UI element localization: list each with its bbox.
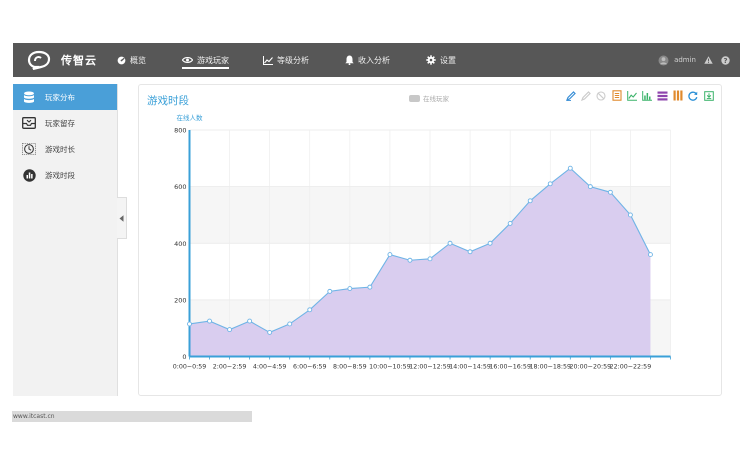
sidebar: 玩家分布 玩家留存 游戏时长 游戏时段 xyxy=(13,84,118,396)
data-point xyxy=(407,257,413,263)
y-tick-label: 200 xyxy=(174,296,186,304)
bar-chart-icon xyxy=(22,168,36,182)
sidebar-item-label: 游戏时段 xyxy=(45,170,75,180)
x-tick-label: 2:00~2:59 xyxy=(213,364,247,371)
sidebar-item-player-retention[interactable]: 玩家留存 xyxy=(13,110,117,136)
app-name: 传智云 xyxy=(61,54,97,67)
line-chart-icon xyxy=(263,55,273,65)
y-tick-label: 0 xyxy=(182,353,186,361)
data-point xyxy=(467,249,473,255)
x-tick-label: 6:00~6:59 xyxy=(293,364,327,371)
sidebar-item-game-timeslot[interactable]: 游戏时段 xyxy=(13,162,117,188)
database-icon xyxy=(22,90,36,104)
data-point xyxy=(287,321,293,327)
username[interactable]: admin xyxy=(674,56,696,64)
y-tick-label: 800 xyxy=(174,127,186,135)
gear-icon xyxy=(426,55,436,65)
caret-left-icon xyxy=(119,214,124,222)
nav-label: 设置 xyxy=(440,55,456,65)
data-point xyxy=(367,284,373,290)
x-tick-label: 14:00~14:59 xyxy=(449,364,491,371)
data-point xyxy=(247,318,253,324)
x-tick-label: 8:00~8:59 xyxy=(333,364,367,371)
nav-overview[interactable]: 概览 xyxy=(117,43,146,77)
x-tick-label: 10:00~10:59 xyxy=(369,364,411,371)
data-point xyxy=(347,286,353,292)
bell-icon xyxy=(345,55,354,65)
data-point xyxy=(327,288,333,294)
sidebar-item-label: 玩家分布 xyxy=(45,92,75,102)
top-navbar: 传智云 概览 游戏玩家 等级分析 收入分析 设置 admin ? xyxy=(13,43,740,77)
y-tick-label: 600 xyxy=(174,183,186,191)
svg-text:?: ? xyxy=(723,57,727,65)
clock-icon xyxy=(22,142,36,156)
data-point xyxy=(547,181,553,187)
x-tick-label: 16:00~16:59 xyxy=(489,364,531,371)
x-tick-label: 4:00~4:59 xyxy=(253,364,287,371)
nav-level-analysis[interactable]: 等级分析 xyxy=(263,43,309,77)
sidebar-item-label: 游戏时长 xyxy=(45,144,75,154)
warning-icon[interactable] xyxy=(704,56,713,64)
data-point xyxy=(187,321,192,327)
data-point xyxy=(567,165,573,171)
x-tick-label: 0:00~0:59 xyxy=(173,364,207,371)
data-point xyxy=(627,212,633,218)
data-point xyxy=(427,256,433,262)
dashboard-icon xyxy=(117,56,126,64)
sidebar-item-label: 玩家留存 xyxy=(45,118,75,128)
data-point xyxy=(207,318,212,324)
data-point xyxy=(587,184,593,190)
data-point xyxy=(607,189,613,195)
main-nav: 概览 游戏玩家 等级分析 收入分析 设置 xyxy=(117,43,486,77)
nav-label: 概览 xyxy=(130,55,146,65)
cloud-logo-icon xyxy=(27,50,51,70)
x-tick-label: 18:00~18:59 xyxy=(529,364,571,371)
data-point xyxy=(527,198,533,204)
inbox-icon xyxy=(22,116,36,130)
y-tick-label: 400 xyxy=(174,240,186,248)
avatar[interactable] xyxy=(658,55,669,66)
nav-label: 等级分析 xyxy=(277,55,309,65)
eye-icon xyxy=(182,57,193,63)
area-chart: 在线人数 0 200 400 600 800 0:00~0:59 2:00~2:59 4:00… xyxy=(173,113,671,371)
data-point xyxy=(648,252,653,258)
data-point xyxy=(307,307,313,313)
sidebar-item-player-distribution[interactable]: 玩家分布 xyxy=(13,84,117,110)
data-point xyxy=(507,220,513,226)
data-point xyxy=(267,329,273,335)
nav-label: 游戏玩家 xyxy=(197,55,229,65)
y-axis-label: 在线人数 xyxy=(177,113,204,122)
x-tick-label: 12:00~12:59 xyxy=(409,364,451,371)
chart-panel: 游戏时段 在线玩家 在线人数 0 200 400 600 800 0:00~0:… xyxy=(138,84,722,396)
x-tick-label: 20:00~20:59 xyxy=(570,364,612,371)
help-icon[interactable]: ? xyxy=(721,55,730,65)
footer-url: www.itcast.cn xyxy=(12,411,252,422)
nav-revenue-analysis[interactable]: 收入分析 xyxy=(345,43,390,77)
x-tick-label: 22:00~22:59 xyxy=(610,364,652,371)
user-area: admin ? xyxy=(653,43,730,77)
nav-game-players[interactable]: 游戏玩家 xyxy=(182,43,229,77)
nav-settings[interactable]: 设置 xyxy=(426,43,456,77)
data-point xyxy=(227,327,233,333)
brand[interactable]: 传智云 xyxy=(27,43,97,77)
nav-label: 收入分析 xyxy=(358,55,390,65)
data-point xyxy=(447,240,453,246)
sidebar-item-game-duration[interactable]: 游戏时长 xyxy=(13,136,117,162)
data-point xyxy=(387,252,393,258)
data-point xyxy=(487,240,493,246)
sidebar-collapse-toggle[interactable] xyxy=(117,197,127,239)
